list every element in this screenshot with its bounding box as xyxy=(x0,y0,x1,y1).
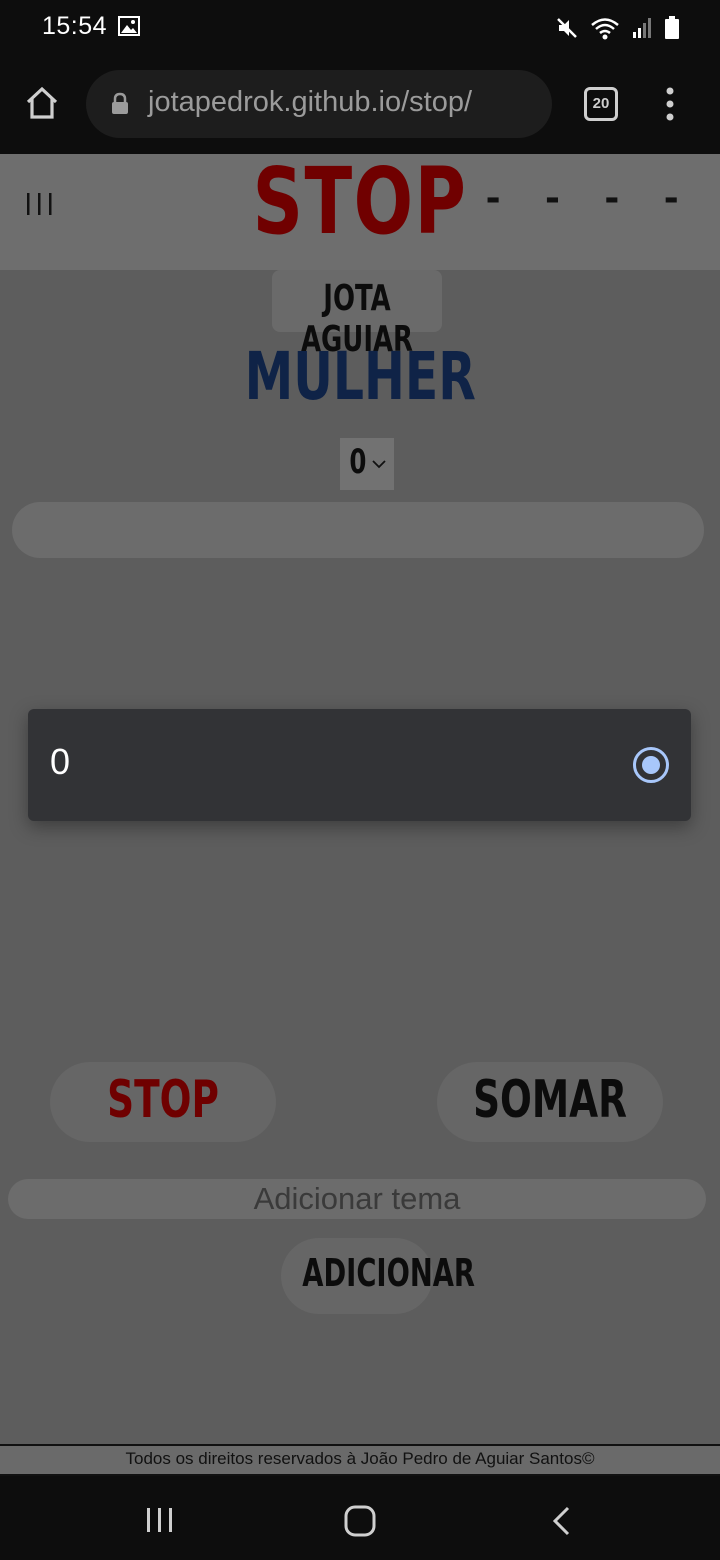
url-text: jotapedrok.github.io/stop/ xyxy=(148,86,473,118)
footer: Todos os direitos reservados à João Pedr… xyxy=(0,1444,720,1476)
add-theme-button[interactable]: ADICIONAR xyxy=(281,1238,476,1314)
image-notification-icon xyxy=(118,16,140,36)
category-label: MULHER xyxy=(244,338,476,415)
status-icons xyxy=(556,14,680,42)
battery-icon xyxy=(665,16,679,39)
footer-copyright: Todos os direitos reservados à João Pedr… xyxy=(125,1449,595,1468)
status-bar: 15:54 xyxy=(0,0,720,56)
site-header: STOP - - - - xyxy=(0,148,720,270)
round-select[interactable]: 0 xyxy=(340,438,394,490)
select-option[interactable]: 0 xyxy=(28,709,691,821)
recent-apps-icon[interactable] xyxy=(145,1506,175,1534)
home-icon[interactable] xyxy=(24,85,60,121)
answer-input[interactable] xyxy=(12,502,704,558)
theme-input-placeholder: Adicionar tema xyxy=(253,1181,461,1216)
add-theme-button-label: ADICIONAR xyxy=(302,1251,476,1295)
more-vert-icon[interactable] xyxy=(664,86,676,122)
radio-selected-icon[interactable] xyxy=(633,747,669,783)
home-nav-icon[interactable] xyxy=(343,1504,377,1538)
address-bar[interactable]: jotapedrok.github.io/stop/ xyxy=(86,70,552,138)
lock-icon xyxy=(112,92,128,114)
wifi-icon xyxy=(591,18,619,40)
sum-button-label: SOMAR xyxy=(473,1070,627,1130)
signal-icon xyxy=(633,18,651,38)
status-time: 15:54 xyxy=(42,12,108,40)
system-nav-bar xyxy=(0,1476,720,1560)
timer-display: - - - - xyxy=(482,178,690,219)
tab-count: 20 xyxy=(592,95,610,112)
chevron-down-icon xyxy=(372,460,386,469)
mute-icon xyxy=(557,18,577,38)
menu-icon[interactable] xyxy=(26,192,54,216)
sum-button[interactable]: SOMAR xyxy=(437,1062,663,1142)
back-icon[interactable] xyxy=(550,1506,572,1536)
select-option-label: 0 xyxy=(50,741,71,782)
category-title: MULHER xyxy=(0,338,720,415)
tabs-icon[interactable]: 20 xyxy=(584,87,618,121)
theme-input[interactable]: Adicionar tema xyxy=(8,1179,706,1219)
stop-button[interactable]: STOP xyxy=(50,1062,276,1142)
player-badge[interactable]: JOTA AGUIAR xyxy=(272,270,442,360)
stop-button-label: STOP xyxy=(107,1070,219,1130)
round-select-value: 0 xyxy=(349,442,367,482)
browser-toolbar: jotapedrok.github.io/stop/ 20 xyxy=(0,56,720,154)
